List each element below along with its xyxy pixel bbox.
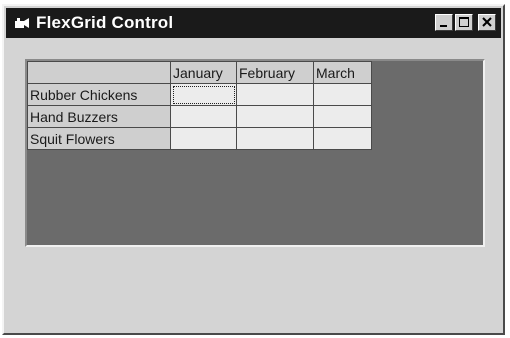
app-icon[interactable] xyxy=(14,16,30,30)
minimize-icon xyxy=(440,25,447,27)
maximize-button[interactable] xyxy=(455,14,473,31)
corner-cell[interactable] xyxy=(27,61,171,84)
grid-cell[interactable] xyxy=(236,127,314,150)
header-row: January February March xyxy=(27,61,372,84)
title-bar[interactable]: FlexGrid Control xyxy=(6,8,501,38)
column-header-march[interactable]: March xyxy=(313,61,372,84)
column-header-january[interactable]: January xyxy=(170,61,237,84)
flexgrid-window: FlexGrid Control January February March … xyxy=(2,4,505,335)
grid-cell[interactable] xyxy=(313,105,372,128)
grid-cell[interactable] xyxy=(236,105,314,128)
column-header-february[interactable]: February xyxy=(236,61,314,84)
table-row: Rubber Chickens xyxy=(27,83,372,106)
table-row: Squit Flowers xyxy=(27,127,372,150)
row-header-rubber-chickens[interactable]: Rubber Chickens xyxy=(27,83,171,106)
close-icon xyxy=(482,17,492,27)
flexgrid-table: January February March Rubber Chickens H… xyxy=(27,61,372,150)
minimize-button[interactable] xyxy=(435,14,453,31)
close-button[interactable] xyxy=(478,14,496,31)
grid-cell[interactable] xyxy=(236,83,314,106)
grid-cell-current[interactable] xyxy=(170,83,237,106)
row-header-hand-buzzers[interactable]: Hand Buzzers xyxy=(27,105,171,128)
grid-cell[interactable] xyxy=(170,105,237,128)
window-title: FlexGrid Control xyxy=(36,13,174,32)
grid-cell[interactable] xyxy=(170,127,237,150)
row-header-squit-flowers[interactable]: Squit Flowers xyxy=(27,127,171,150)
grid-cell[interactable] xyxy=(313,127,372,150)
table-row: Hand Buzzers xyxy=(27,105,372,128)
maximize-icon xyxy=(459,17,469,27)
flexgrid-control[interactable]: January February March Rubber Chickens H… xyxy=(25,59,485,247)
grid-cell[interactable] xyxy=(313,83,372,106)
